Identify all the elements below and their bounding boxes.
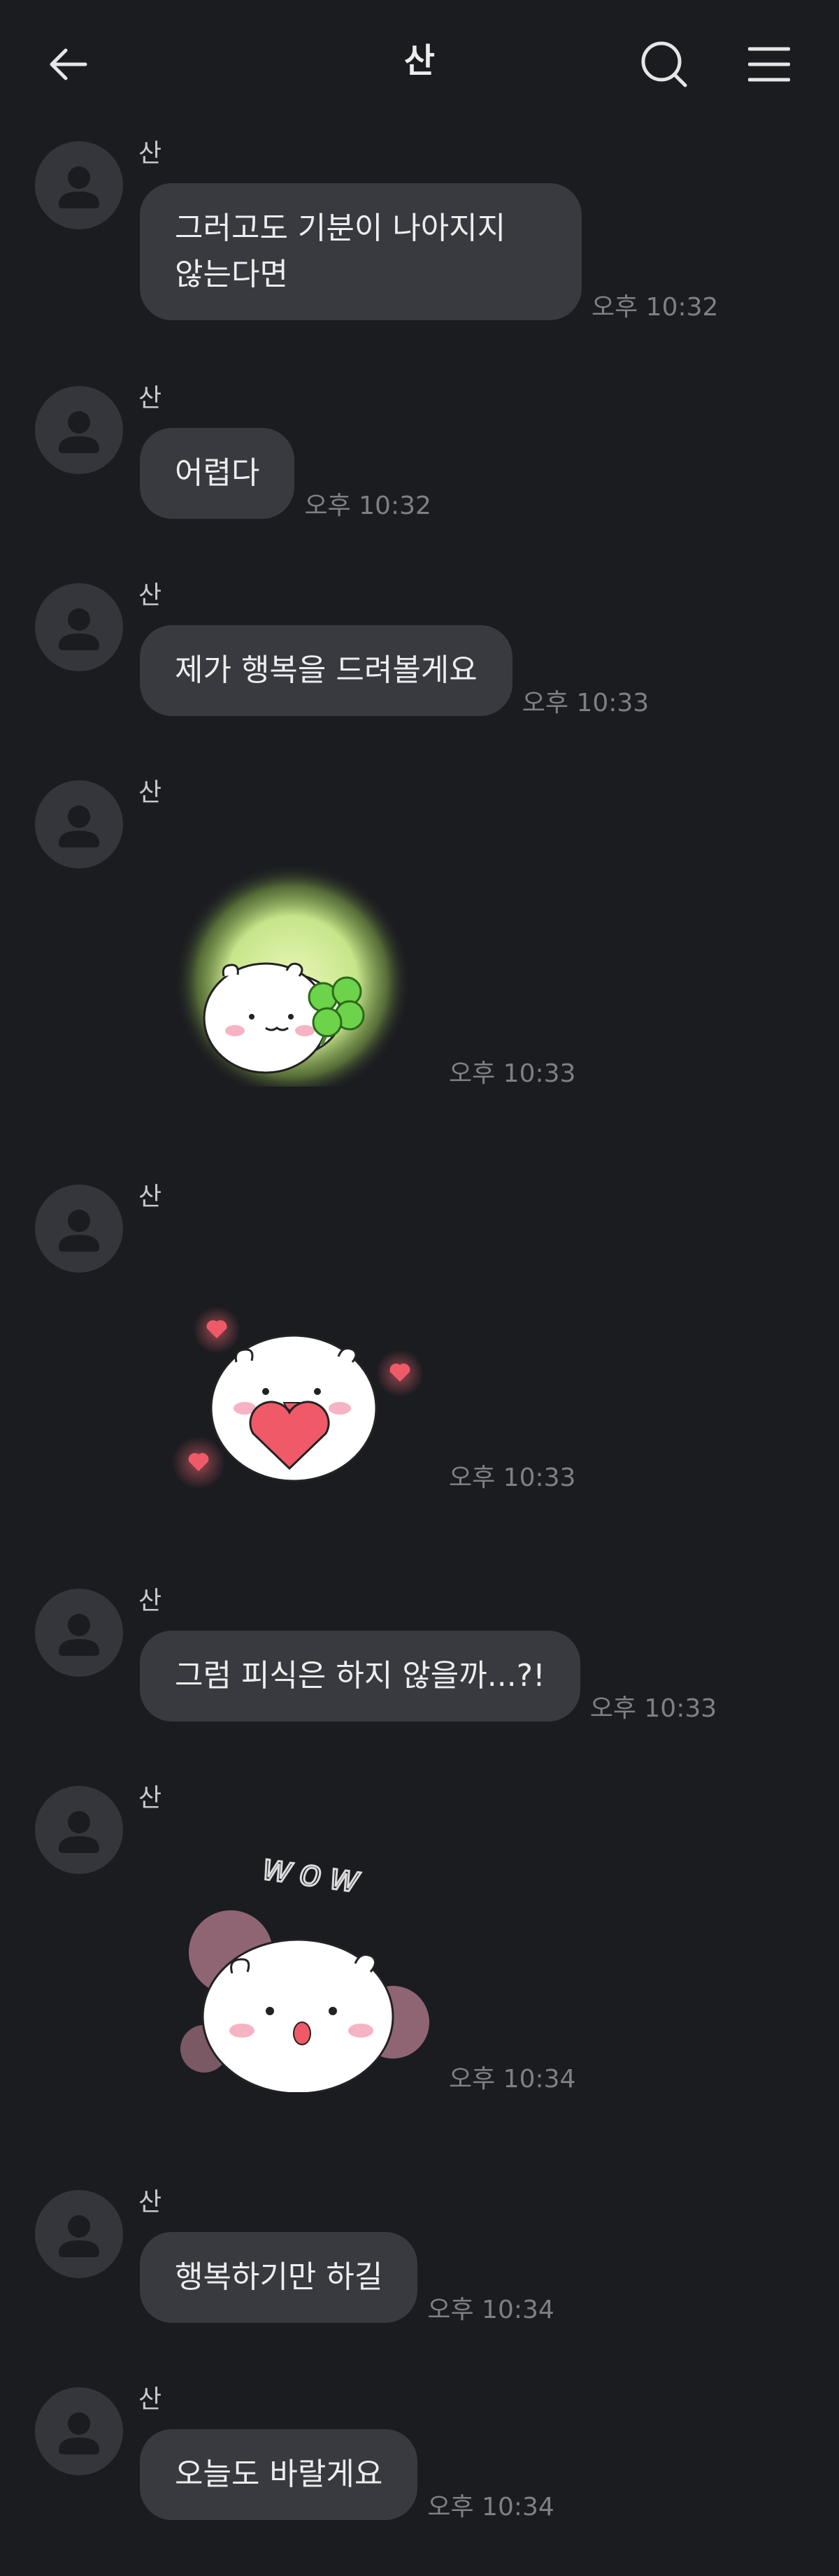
message-time: 오후 10:33 bbox=[449, 1059, 576, 1088]
message-bubble[interactable]: 오늘도 바랄게요 bbox=[140, 2429, 418, 2520]
default-person-icon bbox=[59, 1614, 99, 1656]
sticker-wow-text: wow bbox=[261, 1845, 371, 1901]
search-button[interactable] bbox=[636, 36, 692, 92]
message-bubble[interactable]: 행복하기만 하길 bbox=[140, 2232, 418, 2323]
menu-button[interactable] bbox=[741, 36, 797, 92]
sender-name: 산 bbox=[138, 1587, 162, 1615]
default-person-icon bbox=[59, 166, 99, 208]
default-person-icon bbox=[59, 806, 99, 847]
avatar[interactable] bbox=[35, 1589, 123, 1677]
message-time: 오후 10:33 bbox=[522, 689, 650, 717]
avatar[interactable] bbox=[35, 780, 123, 868]
message-time: 오후 10:33 bbox=[449, 1464, 576, 1492]
sender-name: 산 bbox=[138, 1182, 162, 1211]
hamburger-menu-icon bbox=[748, 47, 790, 82]
default-person-icon bbox=[59, 2215, 99, 2257]
message-time: 오후 10:34 bbox=[427, 2493, 554, 2521]
avatar[interactable] bbox=[35, 141, 123, 229]
hamster-wow-sticker[interactable]: wow bbox=[140, 1826, 439, 2092]
sender-name: 산 bbox=[138, 581, 162, 610]
default-person-icon bbox=[59, 411, 99, 453]
default-person-icon bbox=[59, 608, 99, 650]
message-bubble[interactable]: 그러고도 기분이 나아지지 않는다면 bbox=[140, 183, 582, 320]
default-person-icon bbox=[59, 1811, 99, 1853]
message-bubble[interactable]: 어렵다 bbox=[140, 428, 295, 519]
search-icon bbox=[641, 41, 687, 87]
avatar[interactable] bbox=[35, 583, 123, 671]
hamster-clover-sticker[interactable] bbox=[140, 821, 439, 1087]
message-bubble[interactable]: 제가 행복을 드려볼게요 bbox=[140, 625, 512, 716]
avatar[interactable] bbox=[35, 2387, 123, 2475]
avatar[interactable] bbox=[35, 1786, 123, 1874]
sender-name: 산 bbox=[138, 139, 162, 168]
avatar[interactable] bbox=[35, 386, 123, 474]
message-time: 오후 10:33 bbox=[589, 1694, 717, 1723]
sender-name: 산 bbox=[138, 2188, 162, 2217]
sender-name: 산 bbox=[138, 384, 162, 413]
avatar[interactable] bbox=[35, 2190, 123, 2278]
default-person-icon bbox=[59, 2412, 99, 2454]
sender-name: 산 bbox=[138, 2385, 162, 2414]
message-time: 오후 10:32 bbox=[304, 492, 431, 520]
message-time: 오후 10:32 bbox=[591, 293, 719, 322]
sender-name: 산 bbox=[138, 778, 162, 807]
chat-header: 산 bbox=[0, 0, 839, 126]
default-person-icon bbox=[59, 1210, 99, 1252]
message-bubble[interactable]: 그럼 피식은 하지 않을까...?! bbox=[140, 1631, 580, 1722]
message-time: 오후 10:34 bbox=[449, 2065, 576, 2094]
chat-title: 산 bbox=[403, 41, 436, 80]
sender-name: 산 bbox=[138, 1784, 162, 1812]
avatar[interactable] bbox=[35, 1185, 123, 1273]
hamster-heart-sticker[interactable] bbox=[140, 1225, 439, 1491]
message-time: 오후 10:34 bbox=[427, 2296, 554, 2324]
